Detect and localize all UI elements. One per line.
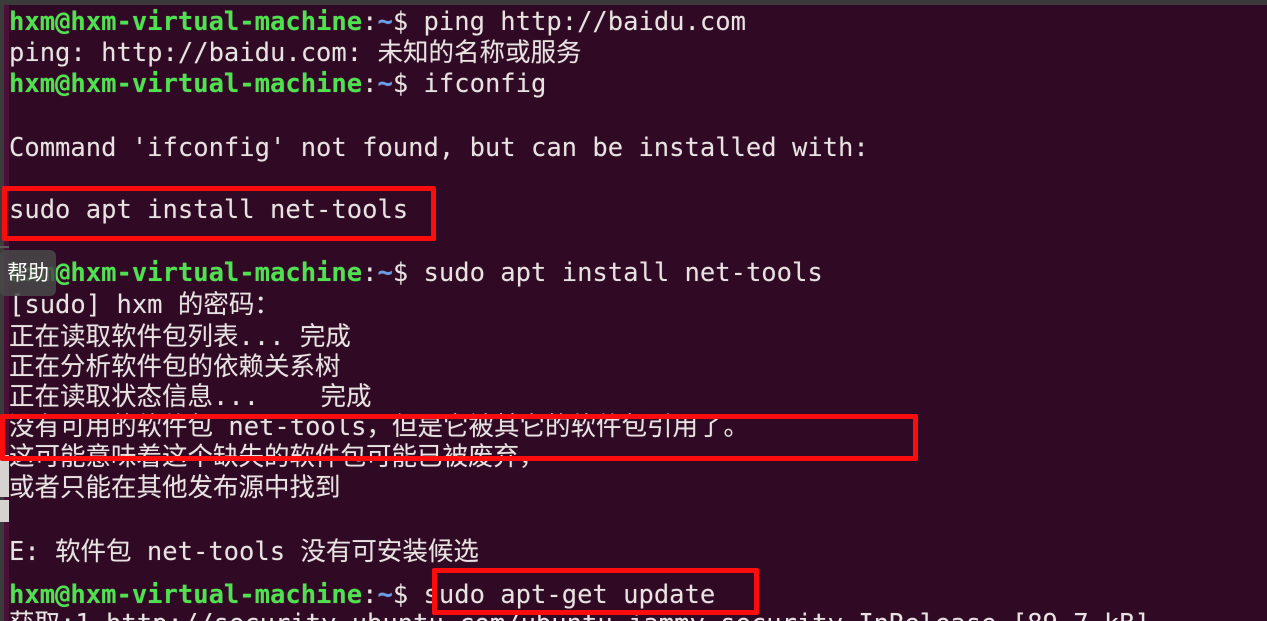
prompt-symbol: $ bbox=[392, 580, 424, 610]
terminal-line-no-package-message: 没有可用的软件包 net-tools，但是它被其它的软件包引用了。 bbox=[9, 412, 750, 442]
scrollbar-thumb[interactable] bbox=[0, 455, 9, 497]
prompt-path: ~ bbox=[377, 580, 393, 610]
terminal-line-prompt: hxm@hxm-virtual-machine:~$ sudo apt inst… bbox=[9, 258, 823, 288]
prompt-user-host: hxm@hxm-virtual-machine bbox=[9, 258, 363, 288]
prompt-user-host: hxm@hxm-virtual-machine bbox=[9, 580, 363, 610]
scrollbar-track[interactable] bbox=[0, 500, 9, 522]
terminal-line-prompt: hxm@hxm-virtual-machine:~$ sudo apt-get … bbox=[9, 580, 715, 610]
terminal-line-prompt: hxm@hxm-virtual-machine:~$ ifconfig bbox=[9, 69, 546, 99]
terminal-command: sudo apt-get update bbox=[423, 580, 716, 610]
terminal-command: sudo apt install net-tools bbox=[423, 258, 823, 288]
prompt-separator: : bbox=[362, 258, 378, 288]
prompt-user-host: hxm@hxm-virtual-machine bbox=[9, 69, 363, 99]
prompt-symbol: $ bbox=[392, 7, 424, 37]
prompt-symbol: $ bbox=[392, 69, 424, 99]
prompt-path: ~ bbox=[377, 7, 393, 37]
prompt-separator: : bbox=[362, 69, 378, 99]
terminal-line-output: 获取:1 http://security.ubuntu.com/ubuntu j… bbox=[9, 609, 1150, 621]
terminal-line-output: 或者只能在其他发布源中找到 bbox=[9, 473, 341, 503]
scrollbar-tick[interactable] bbox=[0, 246, 9, 248]
terminal-line-output: 正在读取软件包列表... 完成 bbox=[9, 322, 351, 352]
terminal-screen[interactable]: hxm@hxm-virtual-machine:~$ ping http://b… bbox=[9, 5, 1267, 621]
help-tooltip[interactable]: 帮助 bbox=[0, 250, 56, 296]
terminal-line-output: 这可能意味着这个缺失的软件包可能已被废弃， bbox=[9, 442, 545, 472]
terminal-line-output: Command 'ifconfig' not found, but can be… bbox=[9, 133, 869, 163]
terminal-command: ping http://baidu.com bbox=[423, 7, 746, 37]
terminal-line-output: ping: http://baidu.com: 未知的名称或服务 bbox=[9, 38, 582, 68]
terminal-command: ifconfig bbox=[423, 69, 547, 99]
terminal-line-error: E: 软件包 net-tools 没有可安装候选 bbox=[9, 537, 479, 567]
terminal-line-prompt: hxm@hxm-virtual-machine:~$ ping http://b… bbox=[9, 7, 746, 37]
terminal-line-output: 正在分析软件包的依赖关系树 bbox=[9, 352, 341, 382]
prompt-user-host: hxm@hxm-virtual-machine bbox=[9, 7, 363, 37]
prompt-path: ~ bbox=[377, 69, 393, 99]
prompt-path: ~ bbox=[377, 258, 393, 288]
terminal-line-suggested-install: sudo apt install net-tools bbox=[9, 195, 409, 225]
prompt-separator: : bbox=[362, 7, 378, 37]
terminal-line-output: 正在读取状态信息... 完成 bbox=[9, 382, 372, 412]
terminal-left-border bbox=[4, 5, 9, 621]
prompt-symbol: $ bbox=[392, 258, 424, 288]
prompt-separator: : bbox=[362, 580, 378, 610]
terminal-window[interactable]: hxm@hxm-virtual-machine:~$ ping http://b… bbox=[0, 0, 1267, 621]
